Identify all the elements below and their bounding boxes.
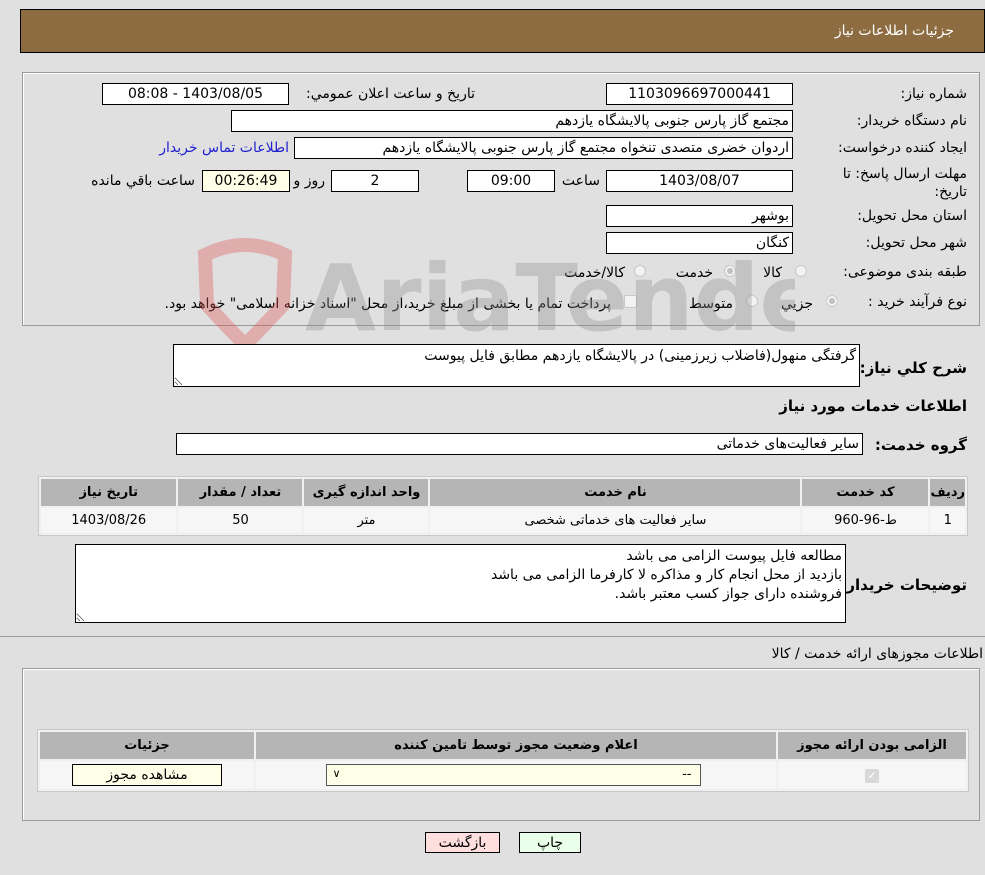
city-field: کنگان [606,232,793,254]
deadline-label: مهلت ارسال پاسخ: تا تاریخ: [842,166,967,200]
view-license-button[interactable]: مشاهده مجوز [72,764,222,786]
cell-unit: متر [304,508,429,533]
creator-field: اردوان خضری متصدی تنخواه مجتمع گاز پارس … [294,137,793,159]
chevron-down-icon: ∨ [332,767,341,780]
buyer-org-label: نام دستگاه خریدار: [856,113,967,129]
page-title: جزئیات اطلاعات نیاز [834,23,954,39]
checkmark-icon: ✓ [867,768,877,782]
section-divider [0,636,985,637]
remaining-time-label: ساعت باقي مانده [91,173,195,189]
licenses-table-header: الزامی بودن ارائه مجوز اعلام وضعیت مجوز … [40,732,966,759]
table-row: ✓ -- ∨ مشاهده مجوز [40,761,966,789]
process-option-minor: جزيي [781,296,813,312]
days-label: روز و [293,173,326,189]
creator-label: ایجاد کننده درخواست: [838,140,967,156]
cell-license-details: مشاهده مجوز [40,761,254,789]
cell-quantity: 50 [178,508,303,533]
cell-service-code: ط-96-960 [802,508,929,533]
purchase-process-label: نوع فرآیند خرید : [868,294,967,310]
print-button[interactable]: چاپ [519,832,581,853]
back-button[interactable]: بازگشت [425,832,500,853]
deadline-time-field: 09:00 [467,170,555,192]
cell-license-status: -- ∨ [256,761,776,789]
category-radio-goods-service[interactable] [634,265,646,277]
col-need-date: تاریخ نیاز [41,479,177,506]
category-radio-service[interactable] [724,265,736,277]
category-label: طبقه بندی موضوعی: [843,264,967,280]
col-service-name: نام خدمت [430,479,801,506]
deadline-date-field: 1403/08/07 [606,170,793,192]
license-required-checkbox[interactable]: ✓ [865,768,879,783]
province-field: بوشهر [606,205,793,227]
category-option-service: خدمت [675,265,713,281]
process-radio-medium[interactable] [746,295,758,307]
need-number-label: شماره نیاز: [900,86,968,102]
table-row: 1 ط-96-960 سایر فعالیت های خدماتی شخصی م… [41,508,965,533]
cell-row-number: 1 [930,508,965,533]
deadline-time-label: ساعت [561,173,600,189]
treasury-note: پرداخت تمام یا بخشی از مبلغ خرید،از محل … [164,296,611,312]
announce-date-field: 1403/08/05 - 08:08 [102,83,289,105]
buyer-notes-label: توضیحات خریدار: [840,576,967,594]
col-service-code: کد خدمت [802,479,929,506]
process-option-medium: متوسط [689,296,733,312]
category-radio-goods[interactable] [795,265,807,277]
licenses-section-title: اطلاعات مجوزهای ارائه خدمت / کالا [771,646,983,662]
description-textarea[interactable]: گرفتگی منهول(فاضلاب زیرزمینی) در پالایشگ… [173,344,860,387]
days-field: 2 [331,170,419,192]
page-header: جزئیات اطلاعات نیاز [20,9,985,53]
col-quantity: تعداد / مقدار [178,479,303,506]
service-group-field: سایر فعالیت‌های خدماتی [176,433,863,455]
cell-need-date: 1403/08/26 [41,508,177,533]
category-option-goods-service: کالا/خدمت [564,265,625,281]
province-label: استان محل تحویل: [857,208,967,224]
license-status-value: -- [682,767,692,782]
services-section-title: اطلاعات خدمات مورد نیاز [779,397,967,415]
col-license-required: الزامی بودن ارائه مجوز [778,732,966,759]
remaining-time-field: 00:26:49 [202,170,290,192]
services-table: ردیف کد خدمت نام خدمت واحد اندازه گیری ت… [38,476,968,536]
cell-service-name: سایر فعالیت های خدماتی شخصی [430,508,801,533]
license-status-select[interactable]: -- ∨ [325,764,701,786]
col-license-status: اعلام وضعیت مجوز توسط تامین کننده [256,732,776,759]
announce-date-label: تاریخ و ساعت اعلان عمومي: [306,86,475,102]
category-option-goods: کالا [763,265,782,281]
buyer-notes-textarea[interactable]: مطالعه فایل پیوست الزامی می باشد بازدید … [75,544,846,623]
cell-license-required: ✓ [778,761,966,789]
city-label: شهر محل تحویل: [865,235,967,251]
services-table-header: ردیف کد خدمت نام خدمت واحد اندازه گیری ت… [41,479,965,506]
col-license-details: جزئیات [40,732,254,759]
process-radio-minor[interactable] [826,295,838,307]
licenses-table: الزامی بودن ارائه مجوز اعلام وضعیت مجوز … [37,729,969,792]
need-number-field: 1103096697000441 [606,83,793,105]
buyer-org-field: مجتمع گاز پارس جنوبی پالایشگاه یازدهم [231,110,793,132]
col-unit: واحد اندازه گیری [304,479,429,506]
col-row-number: ردیف [930,479,965,506]
service-group-label: گروه خدمت: [874,436,967,454]
treasury-checkbox[interactable] [624,295,637,308]
description-label: شرح کلي نیاز: [859,359,967,377]
buyer-contact-link[interactable]: اطلاعات تماس خریدار [159,140,289,156]
